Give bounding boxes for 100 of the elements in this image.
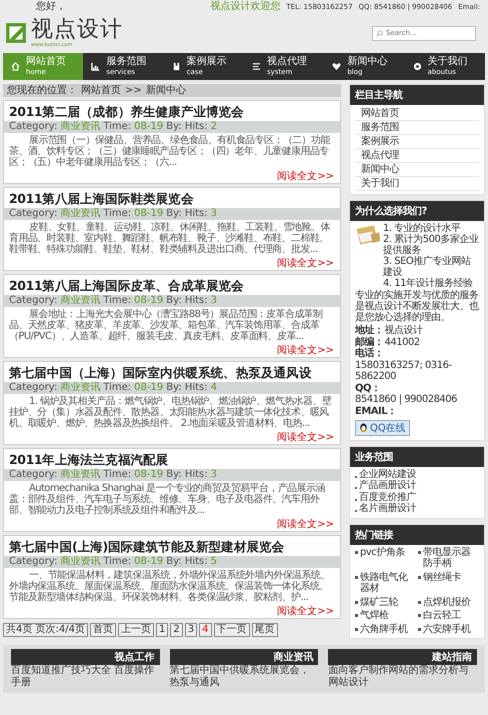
time-value: 08-19 xyxy=(134,382,164,394)
article-excerpt: 1. 锅炉及其相关产品：燃气锅炉、电热锅炉、燃油锅炉、燃气热水器、壁挂炉、分（集）水器及配件、散热器、太阳能热水器与建筑一体化技术、暖风机、取暖炉、燃炉、热换器及热换组件。 2.地面采暖及管道材料、电热... xyxy=(9,396,332,429)
article-title[interactable]: 第七届中国(上海)国际建筑节能及新型建材展览会 xyxy=(4,536,340,556)
time-value: 08-19 xyxy=(134,469,164,481)
article-title[interactable]: 2011第八届上海国际鞋类展览会 xyxy=(4,188,340,208)
article-excerpt: 展示范围（一）保健品、营养品、绿色食品、有机食品专区；（二）功能茶、酒、饮料专区；（三）健康睡眠产品专区；（四）老年、儿童健康用品专区；（五）中老年健康用品专区；（六... xyxy=(9,135,332,168)
last-page-button[interactable]: 尾页 xyxy=(252,623,278,637)
folder-drawing xyxy=(355,223,381,247)
hits-value: 5 xyxy=(210,556,218,568)
document-icon xyxy=(172,62,181,71)
breadcrumb-label: 您现在的位置： xyxy=(7,84,77,97)
page-number-button[interactable]: 2 xyxy=(170,623,183,637)
contact-value: 8541860 | 990028406 xyxy=(355,394,458,406)
article-excerpt: Automechanika Shanghai 是一个专业的商贸及贸易平台，产品展示涵盖：部件及组件、汽车电子与系统、维修、车身、电子及电器件、汽车用外部、智能动力及电子控制系统及组件和配件及... xyxy=(9,483,326,516)
hits-value: 3 xyxy=(210,208,218,220)
hot-link[interactable]: 钢丝绳卡 xyxy=(423,572,461,583)
time-label: Time: xyxy=(103,121,132,133)
sidebar-nav-link[interactable]: 关于我们 xyxy=(355,177,479,191)
hot-link[interactable]: 带电显示器防手柄 xyxy=(423,546,479,570)
page-number-button[interactable]: 3 xyxy=(184,623,198,637)
hits-value: 3 xyxy=(210,295,218,307)
hits-label: By: Hits: xyxy=(166,121,208,133)
hits-label: By: Hits: xyxy=(166,469,208,481)
hot-link[interactable]: pvc护角条 xyxy=(360,546,405,558)
hot-link[interactable]: 气焊枪 xyxy=(360,610,388,622)
hot-link[interactable]: 铁路电气化器材 xyxy=(360,572,416,594)
footer-link[interactable]: 第七届中国中供暖系统展览会，热泵与通风 xyxy=(170,665,318,689)
breadcrumb-separator: >> xyxy=(125,84,142,97)
breadcrumb-link[interactable]: 网站首页 xyxy=(81,84,121,97)
reason-item: 4. 11年设计服务经验 xyxy=(383,278,474,289)
article-title[interactable]: 2011第八届上海国际皮革、合成革展览会 xyxy=(4,275,340,295)
read-more-link[interactable]: 阅读全文>> xyxy=(277,258,334,269)
bullet-icon xyxy=(418,614,421,617)
hits-label: By: Hits: xyxy=(166,382,208,394)
read-more-link[interactable]: 阅读全文>> xyxy=(277,345,334,356)
sidebar-nav-link[interactable]: 案例展示 xyxy=(355,135,479,149)
logo-icon xyxy=(5,22,27,44)
read-more-link[interactable]: 阅读全文>> xyxy=(277,519,334,530)
bullet-icon xyxy=(418,600,421,604)
category-label: Category: xyxy=(9,556,58,568)
time-value: 08-19 xyxy=(134,121,164,133)
penguin-icon xyxy=(359,423,368,432)
time-value: 08-19 xyxy=(134,295,164,307)
time-label: Time: xyxy=(103,208,132,220)
sidebar-nav-link[interactable]: 新闻中心 xyxy=(355,163,479,177)
business-link[interactable]: 名片画册设计 xyxy=(359,503,416,514)
reason-paragraph: 专业的实施开发与优质的服务是视点设计不断发展壮大、也是您放心选择的理由。 xyxy=(355,290,479,323)
reason-item: 3. SEO推广专业网站建设 xyxy=(383,256,472,278)
page-number-button[interactable]: 1 xyxy=(156,623,168,637)
article-excerpt: 皮鞋、女鞋、童鞋、运动鞋、凉鞋、休闲鞋、拖鞋、工装鞋、雪地靴、体育用品、时装鞋、室内鞋、舞蹈鞋、帆布鞋、靴子、沙滩鞋、布鞋、二棉鞋、鞋带鞋、特殊功能鞋、鞋垫、鞋材、鞋类辅料及进出口商、代理商、批发... xyxy=(9,222,331,255)
panel-header: 栏目主导航 xyxy=(350,85,484,105)
bullet-icon xyxy=(418,576,421,578)
previous-page-button[interactable]: 上一页 xyxy=(118,623,154,637)
time-label: Time: xyxy=(103,295,132,307)
footer-link[interactable]: 面向客户制作网站的需求分析与网站设计 xyxy=(328,665,478,689)
page-summary: 共4页 页次:4/4页 xyxy=(3,623,88,637)
hot-link[interactable]: 六角牌手机 xyxy=(360,624,408,635)
hits-label: By: Hits: xyxy=(166,556,208,568)
article-title[interactable]: 2011第二届（成都）养生健康产业博览会 xyxy=(4,101,340,121)
hits-label: By: Hits: xyxy=(166,208,208,220)
bullet-icon xyxy=(355,628,358,630)
contact-label: 邮编： xyxy=(355,336,384,348)
business-link[interactable]: 百度竞价推广 xyxy=(359,492,416,503)
business-link[interactable]: 企业网站建设 xyxy=(359,468,416,480)
reason-item: 1. 专业的设计水平 xyxy=(383,223,462,234)
sidebar-nav-link[interactable]: 服务范围 xyxy=(355,121,479,135)
article-title[interactable]: 第七届中国（上海）国际室内供暖系统、热泵及通风设 xyxy=(4,362,340,382)
sidebar-nav-link[interactable]: 网站首页 xyxy=(355,107,479,121)
time-value: 08-19 xyxy=(134,208,164,220)
hot-link[interactable]: 白云轻工 xyxy=(423,610,461,622)
article-excerpt: 一、节能保温材料，建筑保温系统，外墙外保温系统外墙内外保温系统、外墙内保温系统、屋面保温系统、屋面防水保温系统、保温装饰一体化系统、节能及新型墙体结构保温、环保装饰材料、各类保温砂浆、胶粘剂、护... xyxy=(9,570,331,603)
footer-column-header: 视点工作 xyxy=(11,649,160,665)
hot-link[interactable]: 点焊机报价 xyxy=(423,596,470,608)
article-title[interactable]: 2011年上海法兰克福汽配展 xyxy=(4,449,340,469)
contact-value: 15803163257; 0316-5862200 xyxy=(355,360,453,382)
business-link[interactable]: 产品画册设计 xyxy=(359,480,416,492)
chart-icon xyxy=(91,62,100,71)
hot-link[interactable]: 煤矿三轮 xyxy=(360,596,398,608)
breadcrumb-current: 新闻中心 xyxy=(146,84,186,97)
bullet-icon xyxy=(418,550,421,554)
time-label: Time: xyxy=(103,556,132,568)
heart-icon xyxy=(332,62,342,71)
qq-online-button[interactable]: QQ在线 xyxy=(355,420,410,436)
category-label: Category: xyxy=(9,208,58,220)
read-more-link[interactable]: 阅读全文>> xyxy=(277,171,334,182)
greeting-text: 您好， xyxy=(36,1,66,13)
category-label: Category: xyxy=(9,382,58,394)
first-page-button[interactable]: 首页 xyxy=(90,623,116,637)
logo-text: 视点设计 xyxy=(31,18,123,42)
category-label: Category: xyxy=(9,121,58,133)
page-number-button[interactable]: 4 xyxy=(199,623,212,637)
panel-header: 为什么选择我们? xyxy=(350,201,484,221)
menu-icon xyxy=(252,62,261,71)
next-page-button[interactable]: 下一页 xyxy=(214,623,250,637)
hot-link[interactable]: 六安牌手机 xyxy=(423,624,470,635)
time-label: Time: xyxy=(103,469,132,481)
sidebar-nav-link[interactable]: 视点代理 xyxy=(355,149,479,163)
read-more-link[interactable]: 阅读全文>> xyxy=(277,432,334,443)
read-more-link[interactable]: 阅读全文>> xyxy=(277,606,334,617)
footer-link[interactable]: 百度知道推广技巧大全 百度操作手册 xyxy=(11,665,160,689)
